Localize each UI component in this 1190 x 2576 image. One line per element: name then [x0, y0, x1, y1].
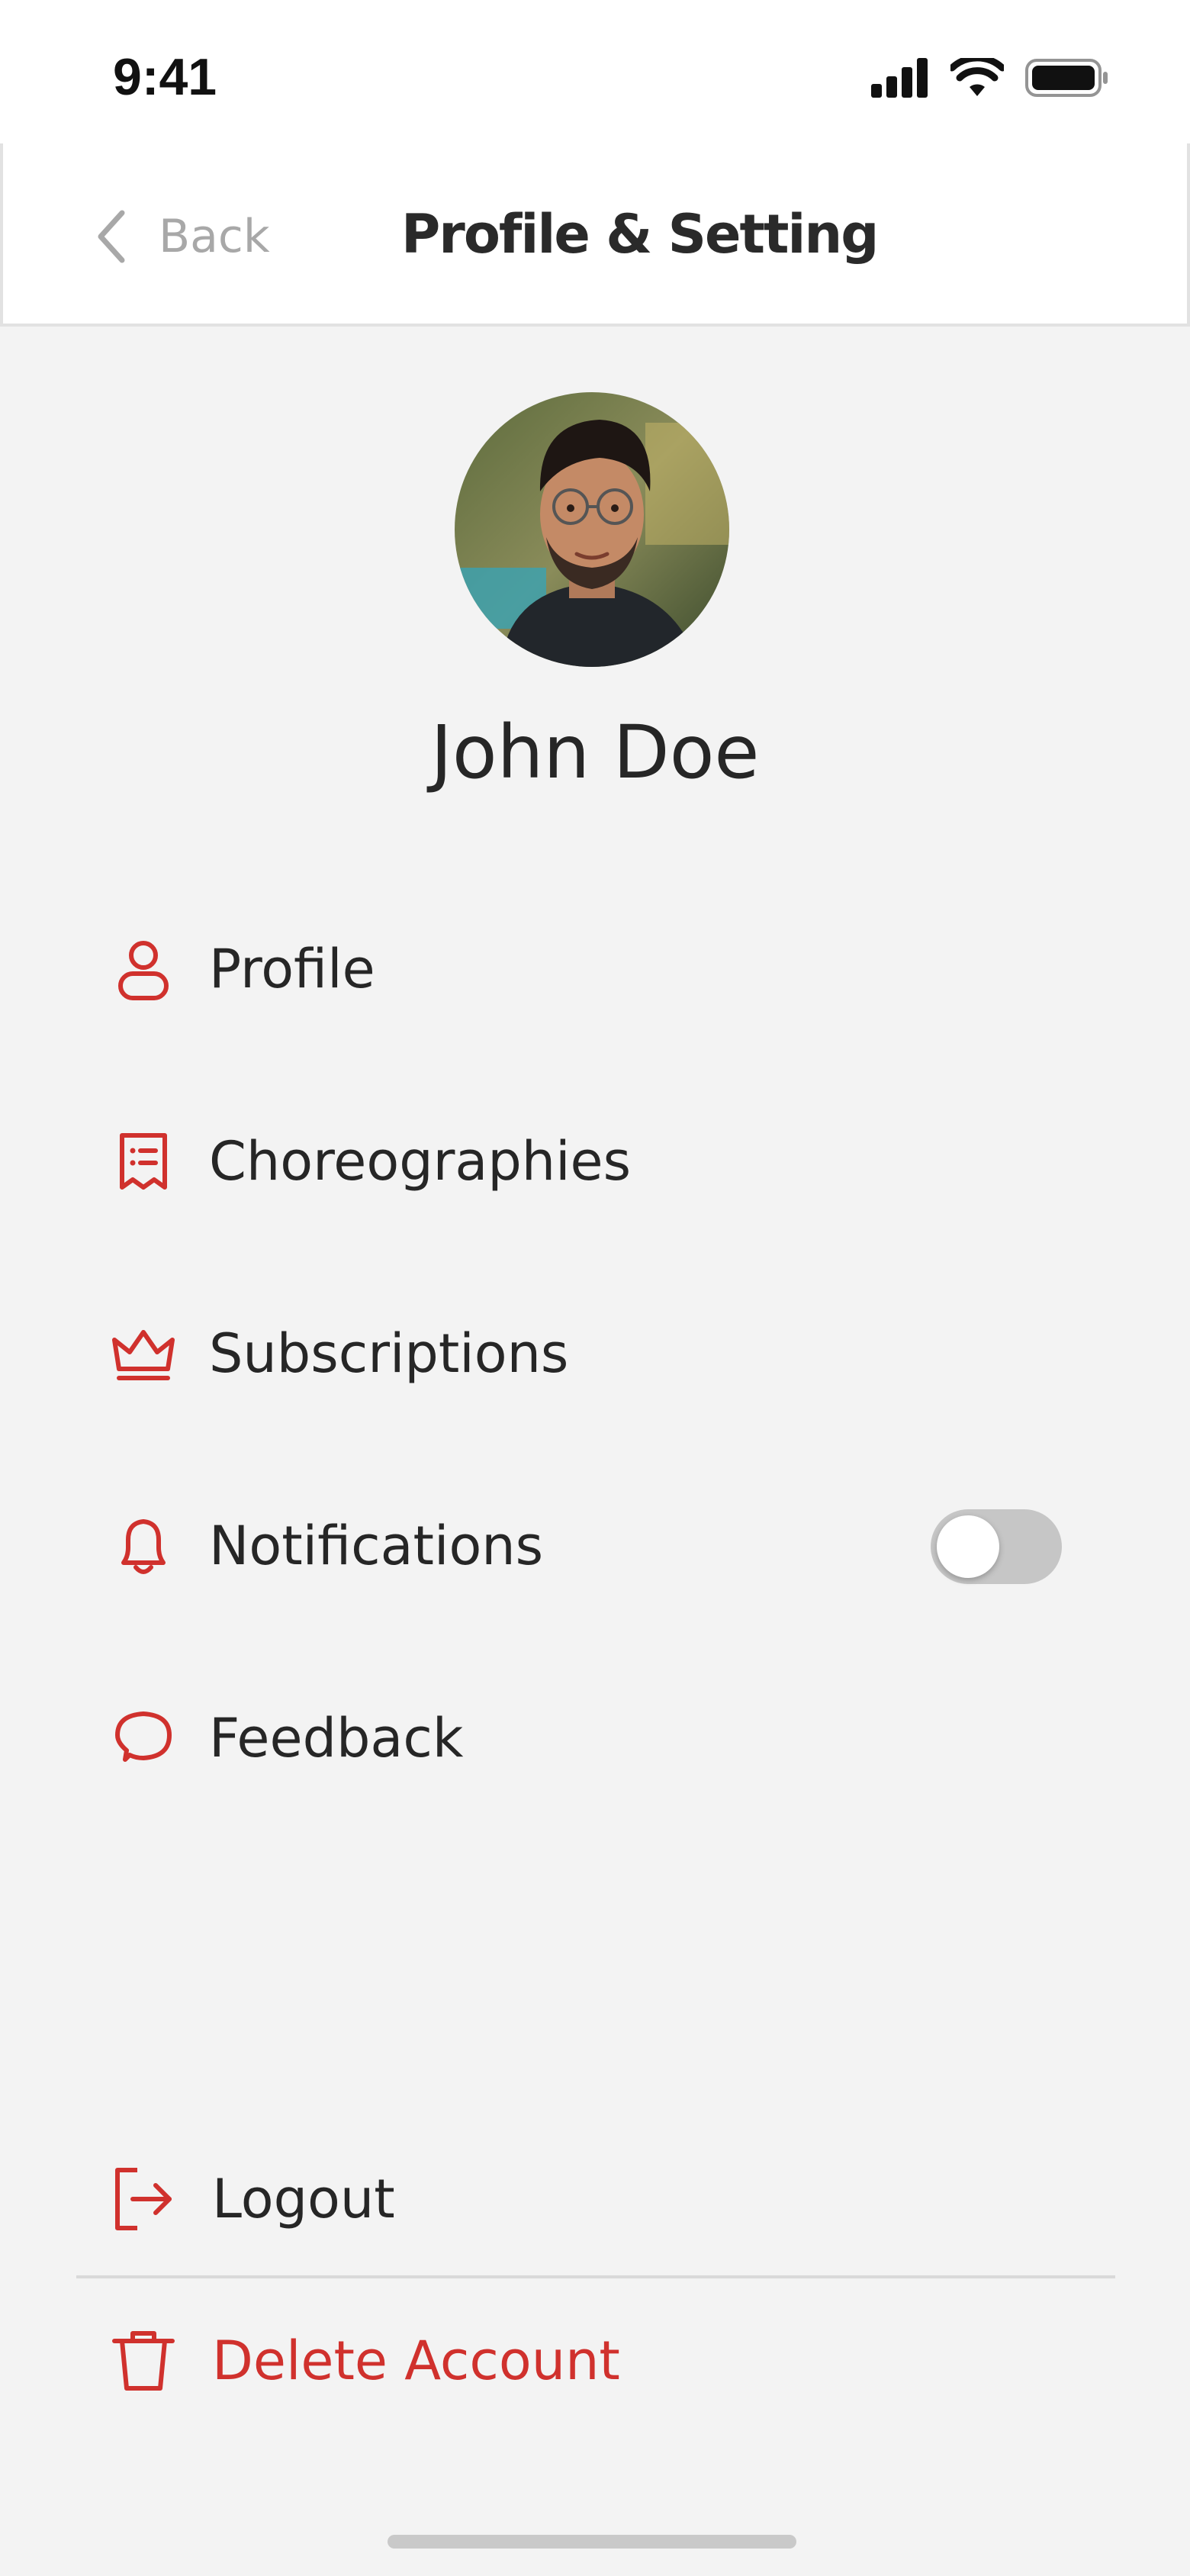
divider — [76, 2275, 1115, 2278]
menu-item-subscriptions[interactable]: Subscriptions — [107, 1308, 1068, 1399]
delete-account-label: Delete Account — [212, 2330, 620, 2392]
delete-account-button[interactable]: Delete Account — [107, 2315, 1068, 2407]
status-icons — [871, 58, 1109, 98]
menu-item-notifications[interactable]: Notifications — [107, 1500, 1068, 1592]
back-button[interactable]: Back — [96, 206, 270, 267]
toggle-knob — [937, 1515, 999, 1578]
notifications-toggle[interactable] — [931, 1509, 1062, 1584]
avatar-photo — [455, 392, 729, 667]
battery-icon — [1025, 59, 1108, 97]
logout-label: Logout — [212, 2168, 395, 2230]
menu-label-subscriptions: Subscriptions — [209, 1322, 569, 1385]
crown-icon — [107, 1317, 180, 1390]
user-name: John Doe — [430, 710, 760, 795]
logout-icon — [107, 2162, 180, 2236]
avatar — [455, 392, 729, 667]
home-indicator[interactable] — [388, 2535, 796, 2549]
trash-icon — [107, 2324, 180, 2397]
bell-icon — [107, 1509, 180, 1583]
status-bar: 9:41 — [0, 0, 1190, 143]
menu-label-notifications: Notifications — [209, 1515, 544, 1577]
list-document-icon — [107, 1125, 180, 1198]
menu-item-choreographies[interactable]: Choreographies — [107, 1116, 1068, 1207]
navigation-header: Back Profile & Setting — [0, 143, 1190, 327]
chevron-left-icon — [98, 210, 125, 263]
menu-label-profile: Profile — [209, 938, 375, 1000]
menu-item-profile[interactable]: Profile — [107, 923, 1068, 1015]
cellular-signal-icon — [871, 58, 928, 98]
back-label: Back — [159, 210, 270, 263]
menu-label-choreographies: Choreographies — [209, 1130, 632, 1193]
wifi-icon — [950, 58, 1004, 96]
menu-item-feedback[interactable]: Feedback — [107, 1692, 1068, 1784]
status-time: 9:41 — [113, 48, 217, 106]
user-icon — [107, 932, 180, 1006]
page-title: Profile & Setting — [401, 203, 879, 266]
menu-label-feedback: Feedback — [209, 1707, 464, 1769]
logout-button[interactable]: Logout — [107, 2153, 1068, 2245]
chat-bubble-icon — [107, 1702, 180, 1775]
